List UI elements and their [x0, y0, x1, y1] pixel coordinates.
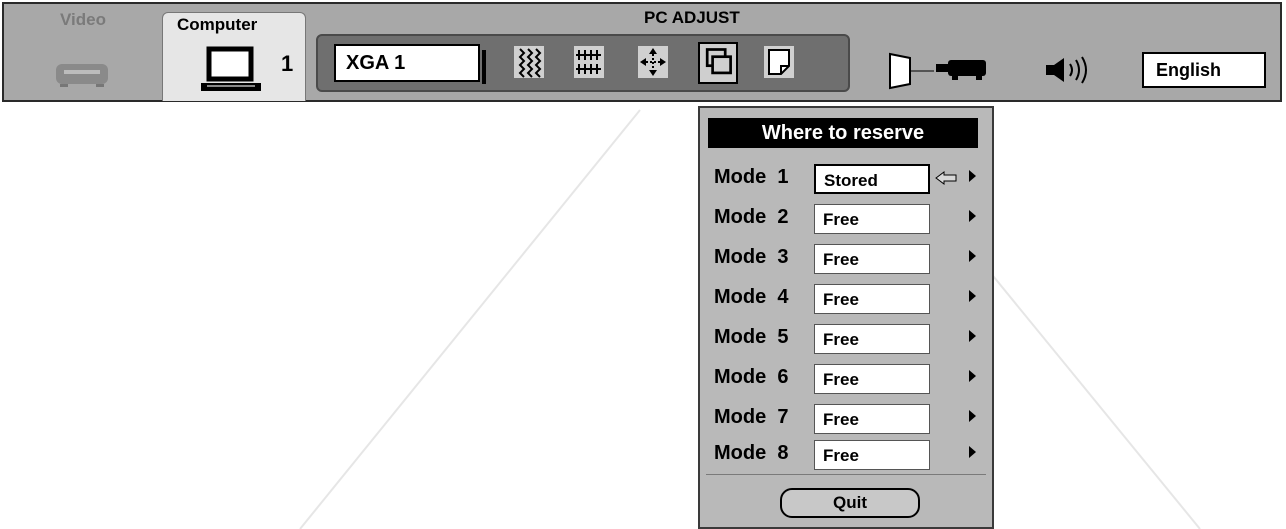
menu-bar: Video Computer 1 PC ADJUST XGA 1 English [2, 2, 1282, 102]
right-arrow-icon[interactable] [969, 446, 976, 458]
mode-value: Free [814, 284, 930, 314]
mode-value: Stored [814, 164, 930, 194]
mode-label: Mode 7 [714, 406, 789, 428]
mode-label: Mode 8 [714, 442, 789, 464]
screen-icon[interactable] [886, 50, 936, 92]
mode-value: Free [814, 440, 930, 470]
mode-row-1[interactable]: Mode 1 Stored [700, 160, 992, 196]
tab-computer-label: Computer [177, 15, 258, 34]
mode-value: Free [814, 324, 930, 354]
mode-row-3[interactable]: Mode 3 Free [700, 240, 992, 276]
projector-icon[interactable] [934, 56, 990, 84]
right-arrow-icon[interactable] [969, 250, 976, 262]
store-icon [705, 48, 732, 75]
mode-row-6[interactable]: Mode 6 Free [700, 360, 992, 396]
mode-row-5[interactable]: Mode 5 Free [700, 320, 992, 356]
right-arrow-icon[interactable] [969, 290, 976, 302]
vcr-icon [56, 64, 108, 87]
mode-label: Mode 3 [714, 246, 789, 268]
speaker-icon[interactable] [1040, 54, 1096, 86]
left-arrow-icon [935, 171, 957, 185]
mode-value: Free [814, 244, 930, 274]
mode-row-4[interactable]: Mode 4 Free [700, 280, 992, 316]
quit-icon [768, 49, 790, 75]
position-button[interactable] [638, 46, 668, 78]
fine-sync-icon [518, 48, 542, 78]
mode-label: Mode 1 [714, 166, 789, 188]
position-icon [640, 48, 666, 76]
reserve-dialog: Where to reserve Mode 1 Stored Mode 2 Fr… [698, 106, 994, 529]
dialog-title: Where to reserve [708, 118, 978, 148]
fine-sync-button[interactable] [514, 46, 544, 78]
right-arrow-icon[interactable] [969, 370, 976, 382]
mode-value: Free [814, 404, 930, 434]
mode-label: Mode 6 [714, 366, 789, 388]
mode-label: Mode 4 [714, 286, 789, 308]
store-button[interactable] [698, 42, 738, 84]
mode-row-8[interactable]: Mode 8 Free [700, 436, 992, 472]
computer-icon [201, 46, 261, 91]
total-dots-icon [576, 50, 601, 74]
tab-video-label: Video [60, 10, 106, 29]
divider [706, 474, 986, 475]
input-number: 1 [281, 51, 294, 76]
total-dots-button[interactable] [574, 46, 604, 78]
mode-label: Mode 5 [714, 326, 789, 348]
right-arrow-icon[interactable] [969, 330, 976, 342]
tool-panel: XGA 1 [316, 34, 850, 92]
tab-video[interactable]: Video [18, 6, 138, 100]
right-arrow-icon[interactable] [969, 410, 976, 422]
mode-value: Free [814, 204, 930, 234]
mode-row-2[interactable]: Mode 2 Free [700, 200, 992, 236]
quit-button[interactable]: Quit [780, 488, 920, 518]
right-arrow-icon[interactable] [969, 210, 976, 222]
mode-label: Mode 2 [714, 206, 789, 228]
tab-computer[interactable]: Computer 1 [162, 12, 306, 101]
right-arrow-icon[interactable] [969, 170, 976, 182]
quit-menu-button[interactable] [764, 46, 794, 78]
mode-value: Free [814, 364, 930, 394]
mode-row-7[interactable]: Mode 7 Free [700, 400, 992, 436]
page-title: PC ADJUST [644, 8, 740, 27]
mode-display: XGA 1 [334, 44, 486, 84]
language-button[interactable]: English [1142, 52, 1266, 88]
